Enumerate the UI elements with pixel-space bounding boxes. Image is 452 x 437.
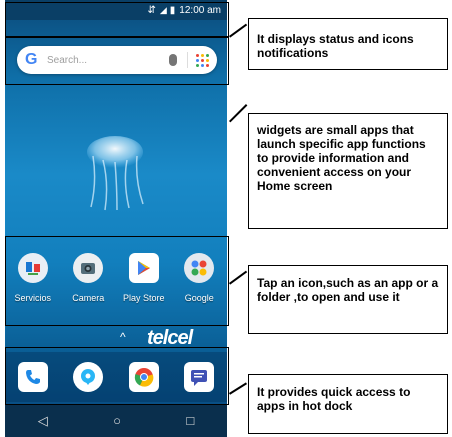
status-bar-outline [5, 2, 229, 37]
connector-line [229, 382, 247, 395]
navigation-bar: ◁ ○ □ [5, 404, 227, 437]
jellyfish-wallpaper [87, 136, 144, 211]
chevron-up-icon[interactable]: ^ [120, 330, 126, 344]
connector-line [229, 270, 247, 285]
home-icon[interactable]: ○ [113, 413, 121, 428]
callout-widgets: widgets are small apps that launch speci… [248, 113, 448, 229]
dock-outline [5, 347, 229, 405]
back-icon[interactable]: ◁ [38, 413, 48, 429]
callout-dock: It provides quick access to apps in hot … [248, 374, 448, 434]
recents-icon[interactable]: □ [186, 413, 194, 428]
connector-line [229, 23, 247, 38]
callout-status: It displays status and icons notificatio… [248, 18, 448, 70]
app-icons-outline [5, 236, 229, 326]
connector-line [229, 104, 248, 123]
callout-icons: Tap an icon,such as an app or a folder ,… [248, 265, 448, 334]
brand-row: ^ telcel [5, 327, 227, 349]
widget-outline [5, 37, 229, 85]
